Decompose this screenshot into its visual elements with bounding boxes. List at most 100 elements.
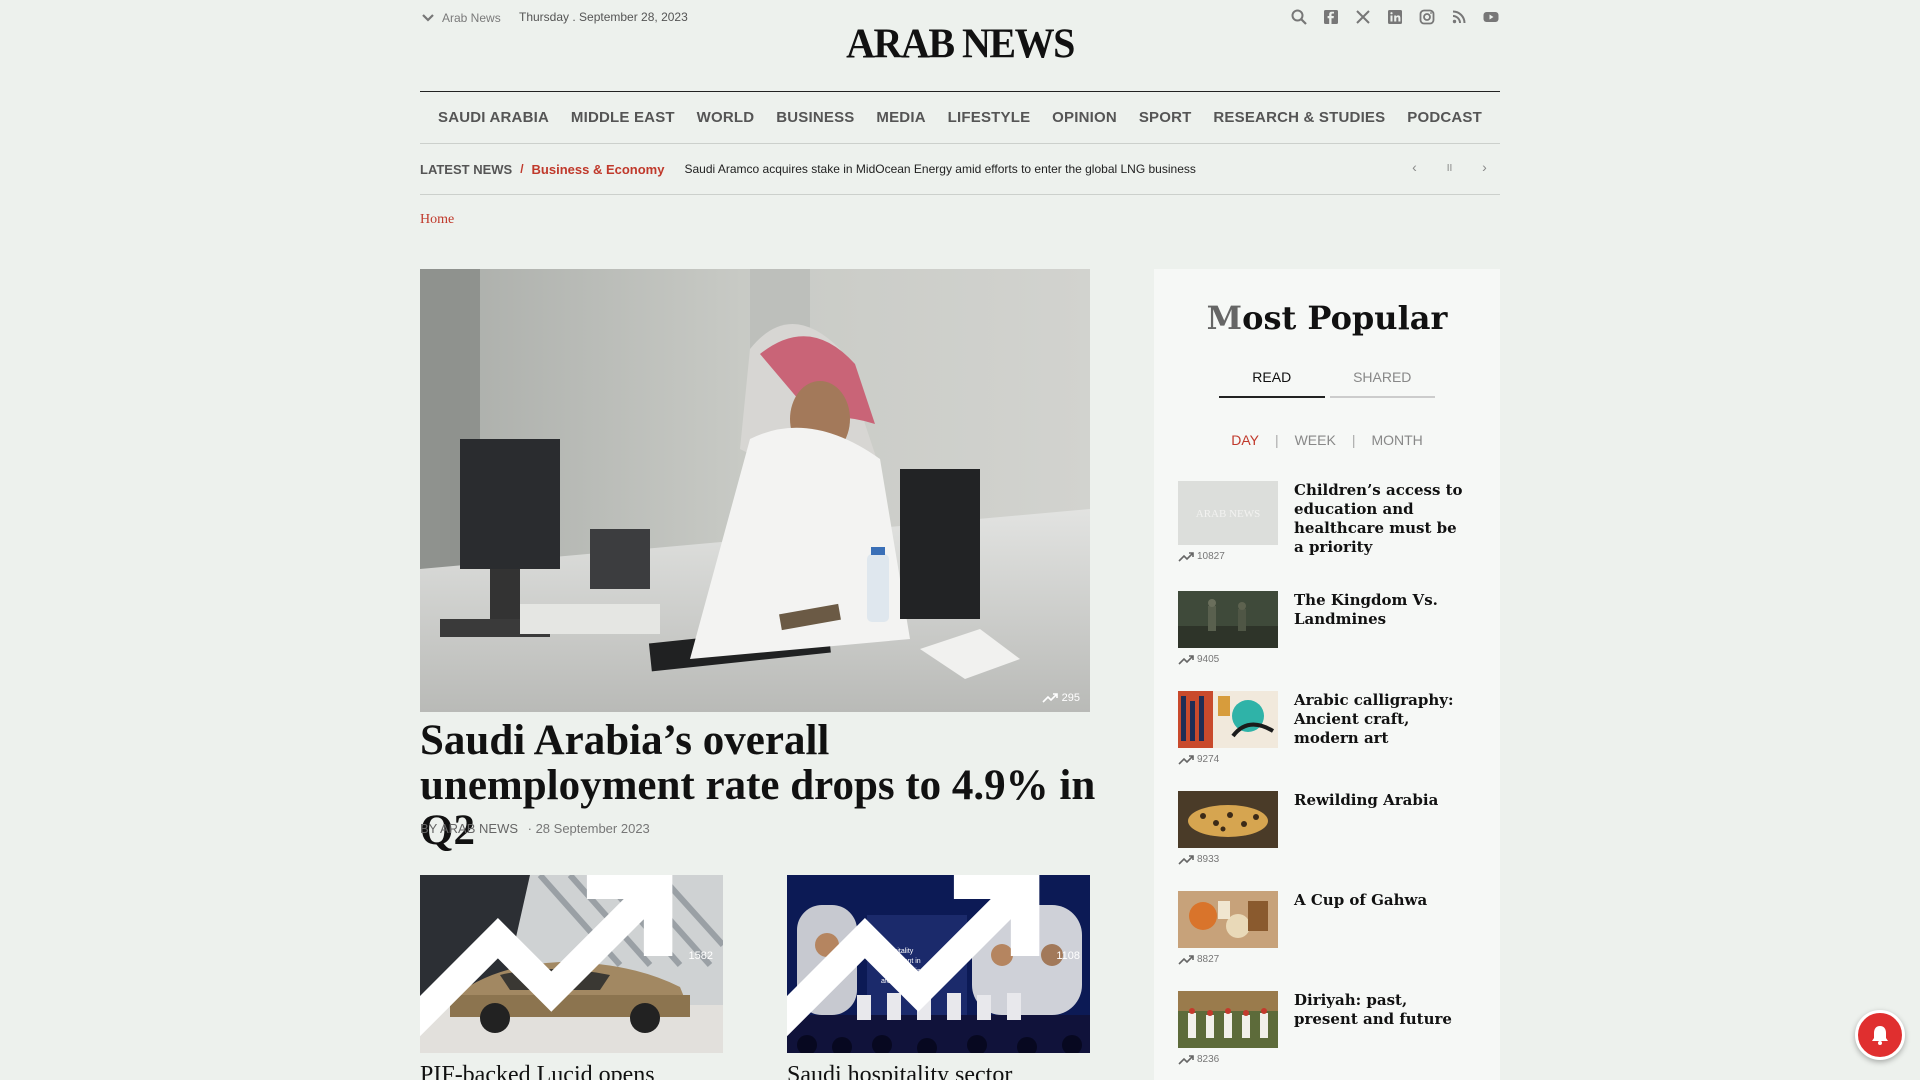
popular-thumbnail[interactable] [1178,991,1278,1048]
breadcrumb[interactable]: Home [420,212,454,228]
notification-bell-button[interactable] [1855,1010,1905,1060]
ticker-label: LATEST NEWS [420,161,513,177]
gahwa-image [1178,891,1278,948]
trending-icon [1042,693,1058,703]
period-tabs: DAY | WEEK | MONTH [1154,432,1500,448]
placeholder-logo: ARAB NEWS [1196,508,1260,520]
tab-shared[interactable]: SHARED [1329,369,1435,398]
popular-title[interactable]: Rewilding Arabia [1294,791,1464,810]
popular-count: 9405 [1178,654,1219,665]
instagram-icon[interactable] [1418,8,1436,26]
ticker-separator: / [520,162,524,176]
sidebar-title-initial: M [1206,299,1243,337]
read-count: 10827 [1197,551,1225,562]
publish-date: · 28 September 2023 [527,821,650,836]
author[interactable]: BY ARAB NEWS [420,821,518,836]
nav-media[interactable]: MEDIA [876,109,925,126]
trending-icon [787,875,1040,1037]
popular-tabs: READ SHARED [1219,369,1435,398]
popular-title[interactable]: A Cup of Gahwa [1294,891,1464,910]
hero-image[interactable]: 295 [420,269,1090,712]
nav-business[interactable]: BUSINESS [776,109,854,126]
popular-thumbnail[interactable] [1178,691,1278,748]
x-icon[interactable] [1354,8,1372,26]
ticker-controls: ‹ II › [1407,159,1492,179]
period-week[interactable]: WEEK [1295,432,1336,448]
hero-photo [420,269,1090,712]
chevron-right-icon[interactable]: › [1477,159,1492,179]
trending-icon [1178,754,1194,765]
ticker-headline[interactable]: Saudi Aramco acquires stake in MidOcean … [684,162,1195,176]
ticker-divider [420,194,1500,195]
search-icon[interactable] [1290,8,1308,26]
linkedin-icon[interactable] [1386,8,1404,26]
leopard-image [1178,791,1278,848]
trending-icon [1178,1054,1194,1065]
youtube-icon[interactable] [1482,8,1500,26]
landmines-image [1178,591,1278,648]
tab-read[interactable]: READ [1219,369,1325,398]
period-day[interactable]: DAY [1231,432,1259,448]
view-count: 1108 [1056,950,1080,962]
card-view-count: 1582 [420,875,713,1045]
read-count: 8933 [1197,854,1220,865]
bell-icon [1872,1026,1888,1045]
popular-count: 8236 [1178,1054,1219,1065]
trending-icon [1178,954,1194,965]
period-month[interactable]: MONTH [1371,432,1422,448]
popular-thumbnail[interactable] [1178,591,1278,648]
trending-icon [1178,854,1194,865]
card-image[interactable]: Hospitality velopment in Saudi Arabia: afor… [787,875,1090,1053]
card-view-count: 1108 [787,875,1080,1045]
latest-news-ticker: LATEST NEWS / Business & Economy Saudi A… [420,144,1500,194]
card-image[interactable]: 1582 [420,875,723,1053]
view-count: 1582 [688,950,713,962]
nav-research-studies[interactable]: RESEARCH & STUDIES [1213,109,1385,126]
facebook-icon[interactable] [1322,8,1340,26]
article-card[interactable]: Hospitality velopment in Saudi Arabia: afor… [787,875,1090,1080]
read-count: 9405 [1197,654,1220,665]
popular-thumbnail[interactable] [1178,891,1278,948]
ticker-category[interactable]: Business & Economy [532,162,665,177]
view-count: 295 [1061,692,1080,704]
card-headline[interactable]: Saudi hospitality sector [787,1061,1090,1080]
nav-podcast[interactable]: PODCAST [1407,109,1482,126]
byline: BY ARAB NEWS · 28 September 2023 [420,821,650,836]
nav-saudi-arabia[interactable]: SAUDI ARABIA [438,109,549,126]
popular-count: 8933 [1178,854,1219,865]
social-icons [1290,8,1500,26]
popular-title[interactable]: Arabic calligraphy: Ancient craft, moder… [1294,691,1464,748]
diriyah-image [1178,991,1278,1048]
popular-title[interactable]: The Kingdom Vs. Landmines [1294,591,1464,629]
rss-icon[interactable] [1450,8,1468,26]
card-headline[interactable]: PIF-backed Lucid opens [420,1061,723,1080]
article-card[interactable]: 1582 PIF-backed Lucid opens [420,875,723,1080]
sidebar-title: Most Popular [1154,299,1500,337]
nav-opinion[interactable]: OPINION [1052,109,1117,126]
sidebar-title-rest: ost Popular [1242,299,1448,337]
nav-world[interactable]: WORLD [697,109,755,126]
period-separator: | [1351,432,1356,448]
pause-icon[interactable]: II [1442,159,1457,179]
popular-count: 9274 [1178,754,1219,765]
trending-icon [1178,654,1194,665]
calligraphy-image [1178,691,1278,748]
popular-title[interactable]: Diriyah: past, present and future [1294,991,1464,1029]
read-count: 8236 [1197,1054,1220,1065]
top-bar: Arab News Thursday . September 28, 2023 … [420,0,1500,90]
popular-thumbnail[interactable]: ARAB NEWS [1178,481,1278,545]
popular-title[interactable]: Children’s access to education and healt… [1294,481,1464,557]
hero-view-count: 295 [1042,692,1080,704]
popular-count: 8827 [1178,954,1219,965]
nav-middle-east[interactable]: MIDDLE EAST [571,109,675,126]
site-logo[interactable]: ARAB NEWS [420,19,1500,68]
nav-sport[interactable]: SPORT [1139,109,1192,126]
most-popular-sidebar: Most Popular READ SHARED DAY | WEEK | MO… [1154,269,1500,1080]
popular-thumbnail[interactable] [1178,791,1278,848]
period-separator: | [1274,432,1279,448]
popular-count: 10827 [1178,551,1225,562]
read-count: 9274 [1197,754,1220,765]
chevron-left-icon[interactable]: ‹ [1407,159,1422,179]
nav-lifestyle[interactable]: LIFESTYLE [948,109,1031,126]
read-count: 8827 [1197,954,1220,965]
